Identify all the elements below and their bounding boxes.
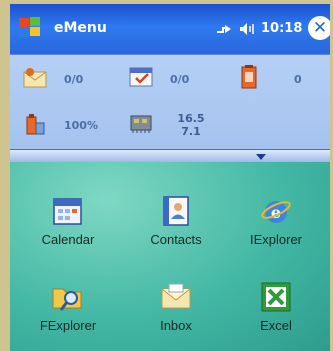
clock[interactable]: 10:18 — [261, 21, 302, 36]
inbox-envelope-icon — [161, 283, 191, 309]
memory-icon[interactable] — [128, 110, 154, 136]
memory-values: 16.5 7.1 — [176, 112, 206, 138]
app-label: FExplorer — [39, 318, 97, 333]
app-excel[interactable]: Excel — [226, 280, 326, 350]
power-icon[interactable] — [22, 111, 48, 137]
internet-explorer-icon: e — [261, 201, 291, 223]
sms-count: 0/0 — [64, 73, 84, 86]
app-launcher: Calendar Contacts e IExplorer FExplorer … — [10, 162, 330, 351]
battery-percent: 100% — [64, 119, 98, 132]
app-inbox[interactable]: Inbox — [126, 280, 226, 350]
app-fexplorer[interactable]: FExplorer — [18, 280, 118, 350]
file-explorer-icon — [52, 288, 82, 311]
title-bar: eMenu 10:18 ✕ — [10, 4, 330, 54]
app-label: Calendar — [41, 232, 95, 247]
battery-value: 0 — [294, 73, 302, 86]
sms-envelope-icon[interactable] — [22, 65, 48, 91]
pocketpc-screen: eMenu 10:18 ✕ 0/0 0/0 0 100% 16.5 7.1 Ca… — [10, 4, 330, 351]
close-button[interactable]: ✕ — [308, 16, 330, 40]
app-contacts[interactable]: Contacts — [126, 194, 226, 264]
chevron-down-icon[interactable] — [256, 154, 266, 160]
app-label: IExplorer — [249, 232, 303, 247]
contacts-icon — [163, 196, 189, 226]
status-panel: 0/0 0/0 0 100% 16.5 7.1 — [10, 54, 330, 150]
app-label: Contacts — [150, 232, 202, 247]
memory-bottom: 7.1 — [181, 125, 201, 138]
calendar-icon — [53, 198, 82, 225]
tasks-count: 0/0 — [170, 73, 190, 86]
tasks-icon[interactable] — [128, 64, 154, 90]
excel-icon — [261, 282, 291, 312]
connectivity-icon[interactable] — [215, 21, 233, 37]
app-title: eMenu — [54, 20, 107, 36]
volume-icon[interactable] — [238, 21, 256, 37]
windows-start-icon[interactable] — [16, 14, 44, 42]
app-iexplorer[interactable]: e IExplorer — [226, 194, 326, 264]
panel-divider[interactable] — [10, 149, 330, 163]
memory-top: 16.5 — [177, 112, 205, 125]
battery-icon[interactable] — [236, 64, 262, 90]
app-label: Excel — [260, 318, 292, 333]
app-calendar[interactable]: Calendar — [18, 194, 118, 264]
app-label: Inbox — [160, 318, 192, 333]
